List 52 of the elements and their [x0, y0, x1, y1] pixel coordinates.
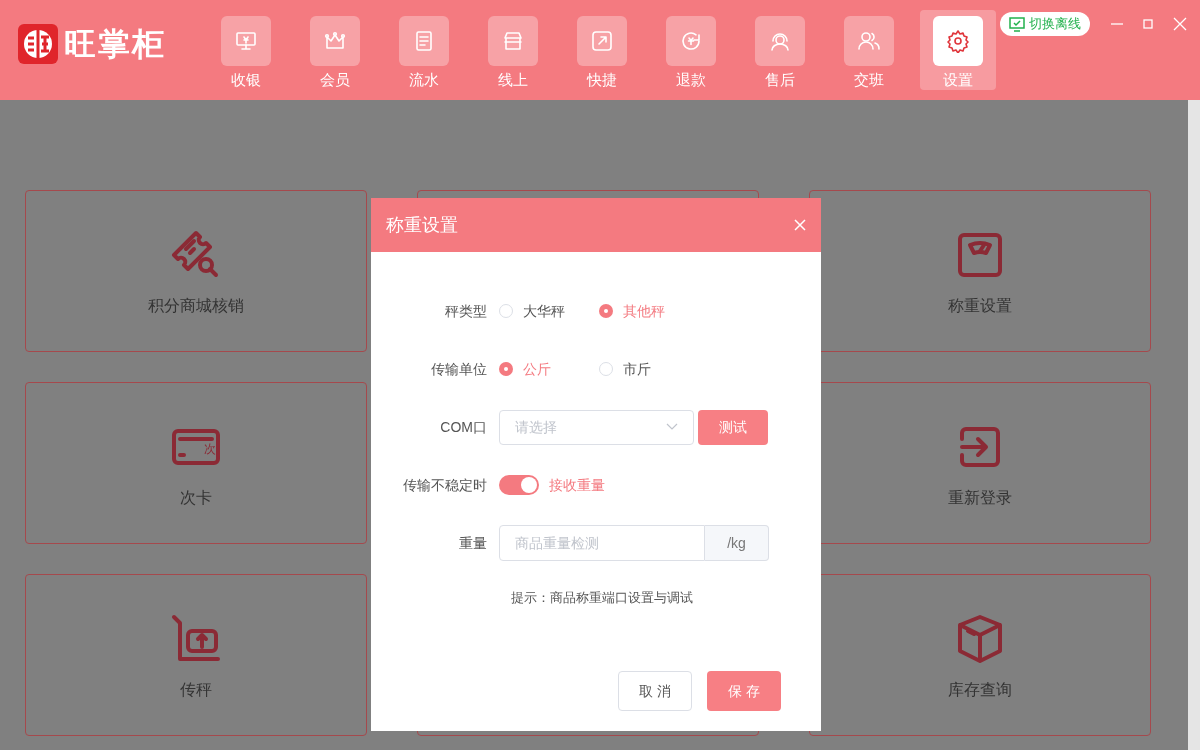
- chevron-down-icon: [666, 423, 678, 431]
- nav-tab[interactable]: 设置: [920, 10, 996, 90]
- radio-option[interactable]: 大华秤: [499, 300, 599, 322]
- nav-tab[interactable]: 流水: [386, 10, 462, 90]
- store-icon: [501, 29, 525, 53]
- cancel-button[interactable]: 取 消: [618, 671, 692, 711]
- refund-icon: [679, 29, 703, 53]
- field-label: 重量: [458, 533, 488, 553]
- field-label: 传输单位: [430, 359, 488, 379]
- close-icon[interactable]: [1172, 16, 1188, 32]
- radio-option[interactable]: 公斤: [499, 358, 599, 380]
- nav-tab[interactable]: 快捷: [564, 10, 640, 90]
- menu-card[interactable]: 传秤: [25, 574, 367, 736]
- radio-button[interactable]: [599, 304, 613, 318]
- logo-text: 旺掌柜: [64, 28, 166, 60]
- radio-option[interactable]: 其他秤: [599, 300, 699, 322]
- monitor-icon: [234, 29, 258, 53]
- toggle-switch[interactable]: [499, 475, 539, 495]
- dialog-title: 称重设置: [386, 213, 458, 237]
- nav-tab[interactable]: 会员: [297, 10, 373, 90]
- close-icon[interactable]: [794, 219, 806, 231]
- field-label: 传输不稳定时: [402, 475, 488, 495]
- radio-button[interactable]: [599, 362, 613, 376]
- nav-tab[interactable]: 退款: [653, 10, 729, 90]
- weight-input-field[interactable]: 商品重量检测: [499, 525, 705, 561]
- maximize-icon[interactable]: [1141, 16, 1155, 32]
- monitor-check-icon: [1009, 16, 1025, 32]
- nav-tab[interactable]: 收银: [208, 10, 284, 90]
- unit-suffix: /kg: [705, 525, 769, 561]
- menu-card[interactable]: 称重设置: [809, 190, 1151, 352]
- scrollbar[interactable]: [1188, 100, 1200, 750]
- logo-icon: [18, 24, 58, 64]
- radio-button[interactable]: [499, 304, 513, 318]
- radio-button[interactable]: [499, 362, 513, 376]
- field-label: 秤类型: [444, 301, 488, 321]
- test-button[interactable]: 测试: [698, 409, 768, 445]
- menu-card[interactable]: 积分商城核销: [25, 190, 367, 352]
- nav-tab[interactable]: 售后: [742, 10, 818, 90]
- menu-card[interactable]: 次 次卡: [25, 382, 367, 544]
- offline-toggle-button[interactable]: 切换离线: [1000, 12, 1090, 36]
- shortcut-icon: [590, 29, 614, 53]
- users-icon: [857, 29, 881, 53]
- nav-tab[interactable]: 交班: [831, 10, 907, 90]
- card-icon-label: 次: [204, 443, 216, 455]
- radio-option[interactable]: 市斤: [599, 358, 699, 380]
- nav-tab[interactable]: 线上: [475, 10, 551, 90]
- settings-icon: [946, 29, 970, 53]
- save-button[interactable]: 保 存: [707, 671, 781, 711]
- switch-label: 接收重量: [549, 475, 605, 495]
- hint-text: 提示：商品称重端口设置与调试: [511, 589, 694, 607]
- com-port-dropdown[interactable]: 请选择: [499, 409, 694, 445]
- field-label: COM口: [439, 417, 488, 437]
